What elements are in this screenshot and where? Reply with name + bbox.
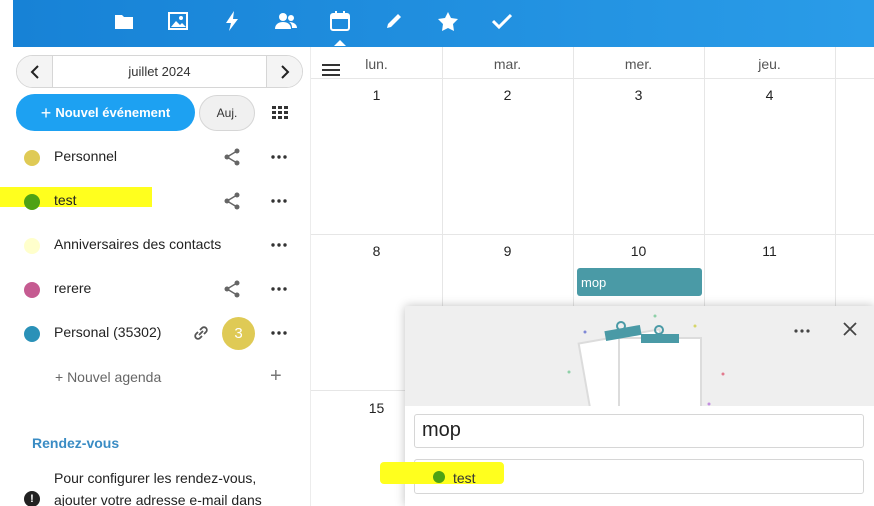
day-number[interactable]: 4 bbox=[704, 87, 835, 103]
next-month-button[interactable] bbox=[267, 56, 302, 87]
calendar-item-personal[interactable]: Personal (35302) 3 bbox=[0, 311, 311, 355]
calendar-color-dot bbox=[433, 471, 445, 483]
avatar-badge[interactable]: 3 bbox=[222, 317, 255, 350]
more-options-icon[interactable] bbox=[270, 324, 288, 342]
day-number[interactable]: 1 bbox=[311, 87, 442, 103]
chevron-right-icon bbox=[280, 64, 289, 79]
more-options-icon[interactable] bbox=[793, 322, 811, 340]
view-grid-icon[interactable] bbox=[272, 106, 288, 120]
more-options-icon[interactable] bbox=[270, 280, 288, 298]
day-header: jeu. bbox=[758, 56, 781, 72]
app-navigation-bar bbox=[13, 0, 874, 47]
row-divider bbox=[311, 234, 874, 235]
calendar-item-rerere[interactable]: rerere bbox=[0, 267, 311, 311]
folder-icon[interactable] bbox=[113, 10, 135, 32]
appointments-heading[interactable]: Rendez-vous bbox=[32, 435, 119, 451]
calendar-color-dot[interactable] bbox=[24, 282, 40, 298]
calendar-color-dot[interactable] bbox=[24, 194, 40, 210]
plus-icon: + bbox=[40, 102, 52, 123]
event-title-input[interactable]: mop bbox=[414, 414, 864, 448]
calendar-sidebar: juillet 2024 + Nouvel événement Auj. Per… bbox=[0, 47, 311, 506]
star-icon[interactable] bbox=[437, 10, 459, 32]
current-month-picker[interactable]: juillet 2024 bbox=[52, 56, 267, 87]
share-icon[interactable] bbox=[223, 192, 241, 210]
calendar-color-dot[interactable] bbox=[24, 326, 40, 342]
calendar-label: Anniversaires des contacts bbox=[54, 236, 222, 252]
calendar-icon[interactable] bbox=[329, 10, 351, 46]
close-icon[interactable] bbox=[841, 320, 859, 338]
day-number[interactable]: 9 bbox=[442, 243, 573, 259]
share-icon[interactable] bbox=[223, 280, 241, 298]
day-number[interactable]: 2 bbox=[442, 87, 573, 103]
event-illustration bbox=[405, 306, 874, 406]
day-header: mar. bbox=[493, 56, 522, 72]
day-header: lun. bbox=[365, 56, 388, 72]
row-divider bbox=[311, 78, 874, 79]
previous-month-button[interactable] bbox=[17, 56, 52, 87]
share-icon[interactable] bbox=[223, 148, 241, 166]
alert-icon: ! bbox=[24, 491, 40, 506]
day-number[interactable]: 10 bbox=[573, 243, 704, 259]
day-header: mer. bbox=[624, 56, 653, 72]
calendar-label: rerere bbox=[54, 280, 92, 296]
pencil-icon[interactable] bbox=[383, 10, 405, 32]
link-icon[interactable] bbox=[192, 324, 210, 342]
calendar-color-dot[interactable] bbox=[24, 238, 40, 254]
calendar-label: Personal (35302) bbox=[54, 324, 162, 340]
chevron-left-icon bbox=[30, 64, 39, 79]
more-options-icon[interactable] bbox=[270, 236, 288, 254]
clipboard-illustration bbox=[567, 314, 725, 406]
new-event-label: Nouvel événement bbox=[55, 105, 171, 120]
check-icon[interactable] bbox=[491, 10, 513, 32]
day-number[interactable]: 3 bbox=[573, 87, 704, 103]
calendar-event[interactable]: mop bbox=[577, 268, 702, 296]
day-number[interactable]: 11 bbox=[704, 243, 835, 259]
activity-icon[interactable] bbox=[221, 10, 243, 32]
contacts-icon[interactable] bbox=[275, 10, 297, 32]
calendar-item-personnel[interactable]: Personnel bbox=[0, 135, 311, 179]
calendar-select-value[interactable]: test bbox=[453, 470, 476, 486]
today-button[interactable]: Auj. bbox=[199, 95, 255, 131]
calendar-item-test[interactable]: test bbox=[0, 179, 311, 223]
month-navigator: juillet 2024 bbox=[16, 55, 303, 88]
calendar-color-dot[interactable] bbox=[24, 150, 40, 166]
day-number[interactable]: 8 bbox=[311, 243, 442, 259]
calendar-label: test bbox=[54, 192, 77, 208]
appointments-description: Pour configurer les rendez-vous, ajouter… bbox=[54, 470, 262, 506]
more-options-icon[interactable] bbox=[270, 148, 288, 166]
calendar-item-birthdays[interactable]: Anniversaires des contacts bbox=[0, 223, 311, 267]
new-calendar-button[interactable]: + Nouvel agenda bbox=[55, 369, 161, 385]
plus-icon[interactable]: + bbox=[270, 365, 282, 388]
more-options-icon[interactable] bbox=[270, 192, 288, 210]
calendar-label: Personnel bbox=[54, 148, 118, 164]
new-event-button[interactable]: + Nouvel événement bbox=[16, 94, 195, 131]
image-icon[interactable] bbox=[167, 10, 189, 32]
